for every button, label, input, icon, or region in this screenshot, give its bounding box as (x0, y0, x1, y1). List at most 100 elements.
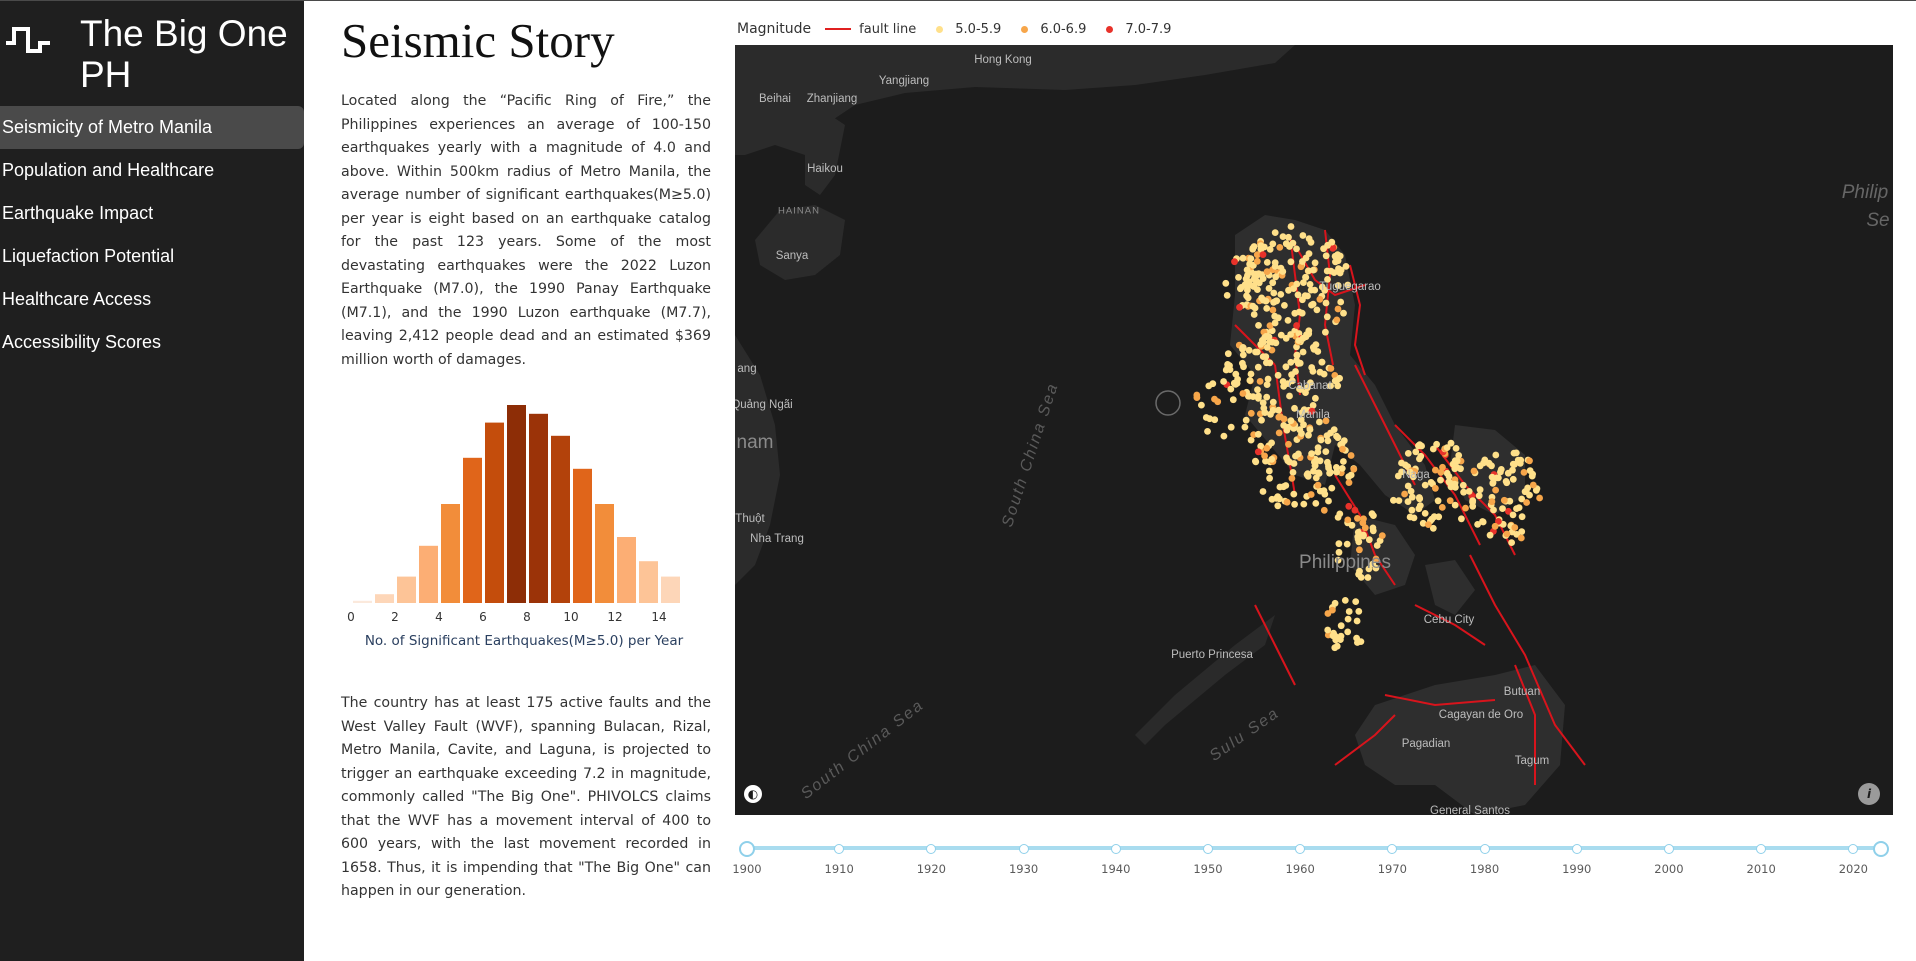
earthquake-point[interactable] (1526, 457, 1533, 465)
earthquake-point[interactable] (1249, 302, 1257, 310)
earthquake-point[interactable] (1328, 484, 1336, 492)
earthquake-point[interactable] (1299, 258, 1306, 265)
earthquake-point[interactable] (1279, 268, 1287, 275)
earthquake-point[interactable] (1229, 396, 1237, 404)
slider-tick[interactable] (1018, 844, 1029, 854)
earthquake-point[interactable] (1275, 429, 1283, 437)
earthquake-point[interactable] (1302, 273, 1309, 281)
earthquake-point[interactable] (1333, 468, 1340, 476)
earthquake-point[interactable] (1342, 263, 1350, 270)
nav-item-accessibility[interactable]: Accessibility Scores (0, 321, 304, 364)
earthquake-point[interactable] (1262, 297, 1270, 305)
earthquake-point[interactable] (1330, 426, 1338, 433)
earthquake-point[interactable] (1522, 487, 1530, 495)
earthquake-point[interactable] (1256, 378, 1264, 385)
earthquake-point[interactable] (1503, 479, 1511, 487)
earthquake-point[interactable] (1492, 451, 1500, 459)
earthquake-point[interactable] (1237, 285, 1244, 293)
earthquake-point[interactable] (1325, 464, 1332, 472)
earthquake-point[interactable] (1263, 268, 1271, 275)
earthquake-point[interactable] (1459, 481, 1467, 489)
earthquake-point[interactable] (1274, 502, 1282, 510)
earthquake-point[interactable] (1364, 574, 1372, 581)
histogram-bar[interactable] (617, 537, 636, 603)
earthquake-point[interactable] (1325, 497, 1332, 505)
earthquake-point[interactable] (1289, 469, 1297, 476)
earthquake-point[interactable] (1344, 628, 1352, 636)
earthquake-point[interactable] (1324, 626, 1332, 634)
earthquake-point[interactable] (1336, 269, 1344, 277)
slider-tick[interactable] (1571, 844, 1582, 854)
earthquake-point[interactable] (1242, 275, 1250, 283)
earthquake-point[interactable] (1239, 390, 1247, 397)
earthquake-point[interactable] (1214, 398, 1222, 406)
earthquake-point[interactable] (1306, 281, 1314, 288)
earthquake-point[interactable] (1345, 502, 1353, 510)
earthquake-point[interactable] (1488, 498, 1496, 506)
earthquake-point[interactable] (1291, 309, 1299, 317)
earthquake-point[interactable] (1239, 254, 1247, 262)
earthquake-point[interactable] (1240, 363, 1247, 371)
earthquake-point[interactable] (1220, 432, 1228, 440)
earthquake-point[interactable] (1333, 377, 1341, 384)
earthquake-point[interactable] (1410, 514, 1418, 522)
earthquake-point[interactable] (1247, 409, 1255, 417)
earthquake-point[interactable] (1314, 481, 1322, 489)
earthquake-point[interactable] (1287, 258, 1295, 266)
earthquake-point[interactable] (1355, 608, 1363, 615)
earthquake-point[interactable] (1295, 450, 1302, 458)
earthquake-point[interactable] (1336, 510, 1344, 518)
earthquake-point[interactable] (1314, 444, 1322, 451)
earthquake-point[interactable] (1309, 367, 1317, 375)
earthquake-point[interactable] (1301, 292, 1309, 300)
nav-item-liquefaction[interactable]: Liquefaction Potential (0, 235, 304, 278)
earthquake-point[interactable] (1509, 511, 1517, 519)
earthquake-map[interactable]: Hong Kong Yangjiang Beihai Zhanjiang Hai… (735, 45, 1893, 815)
histogram-bar[interactable] (661, 576, 680, 603)
earthquake-point[interactable] (1252, 457, 1259, 465)
earthquake-point[interactable] (1268, 455, 1276, 463)
earthquake-point[interactable] (1395, 497, 1403, 504)
earthquake-point[interactable] (1476, 462, 1484, 470)
earthquake-point[interactable] (1310, 467, 1317, 475)
earthquake-point[interactable] (1316, 457, 1324, 465)
earthquake-point[interactable] (1224, 350, 1232, 358)
earthquake-point[interactable] (1332, 636, 1340, 644)
earthquake-point[interactable] (1220, 378, 1227, 385)
earthquake-point[interactable] (1511, 524, 1519, 531)
earthquake-point[interactable] (1254, 430, 1262, 438)
earthquake-point[interactable] (1357, 574, 1365, 581)
earthquake-point[interactable] (1263, 393, 1271, 401)
earthquake-point[interactable] (1415, 505, 1423, 513)
earthquake-point[interactable] (1284, 317, 1292, 324)
earthquake-point[interactable] (1291, 500, 1298, 508)
earthquake-point[interactable] (1280, 422, 1288, 429)
slider-tick[interactable] (1202, 844, 1213, 854)
earthquake-point[interactable] (1269, 406, 1277, 414)
earthquake-point[interactable] (1305, 250, 1313, 257)
earthquake-point[interactable] (1235, 274, 1242, 281)
earthquake-point[interactable] (1206, 415, 1214, 423)
earthquake-point[interactable] (1369, 524, 1377, 532)
earthquake-point[interactable] (1345, 473, 1353, 481)
earthquake-point[interactable] (1223, 292, 1231, 299)
earthquake-point[interactable] (1330, 269, 1338, 276)
earthquake-point[interactable] (1311, 458, 1318, 466)
earthquake-point[interactable] (1272, 339, 1280, 347)
earthquake-point[interactable] (1516, 459, 1524, 467)
histogram-bar[interactable] (595, 504, 614, 603)
nav-item-population-healthcare[interactable]: Population and Healthcare (0, 149, 304, 192)
earthquake-point[interactable] (1295, 337, 1303, 344)
earthquake-point[interactable] (1293, 245, 1300, 253)
earthquake-point[interactable] (1365, 536, 1373, 544)
histogram-bar[interactable] (441, 504, 460, 603)
earthquake-point[interactable] (1338, 465, 1346, 472)
earthquake-point[interactable] (1243, 266, 1251, 274)
earthquake-point[interactable] (1284, 457, 1292, 465)
earthquake-point[interactable] (1495, 474, 1502, 482)
earthquake-point[interactable] (1323, 313, 1331, 321)
histogram-bar[interactable] (485, 422, 504, 603)
earthquake-point[interactable] (1286, 243, 1293, 250)
earthquake-point[interactable] (1345, 479, 1353, 486)
earthquake-point[interactable] (1193, 394, 1201, 401)
